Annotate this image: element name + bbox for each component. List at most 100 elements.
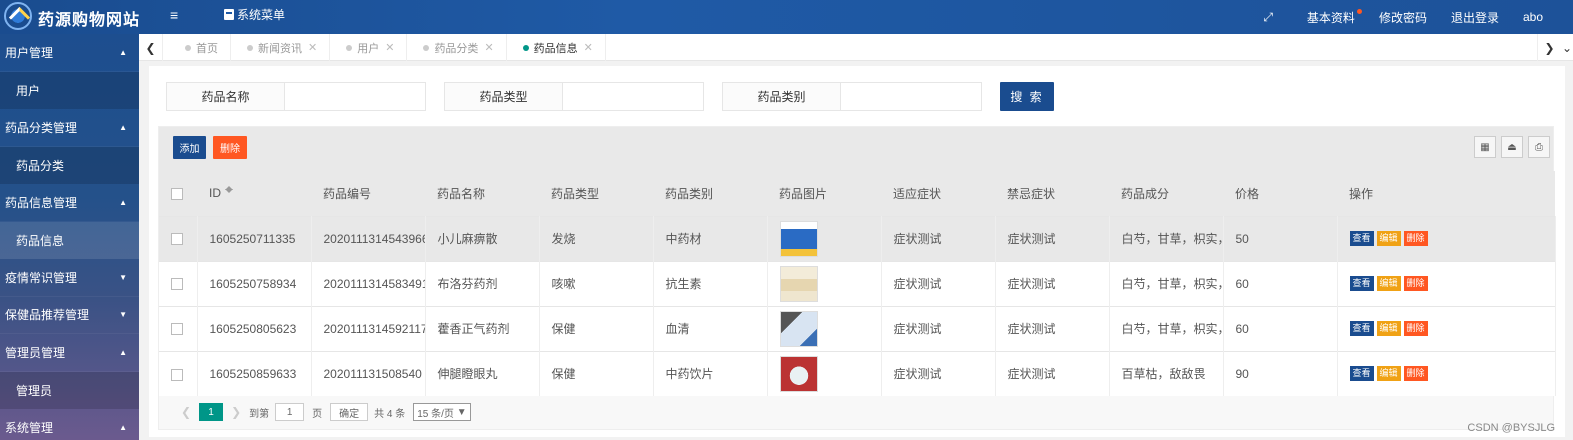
row-delete-button[interactable]: 删除 [1403,231,1428,247]
change-password-link[interactable]: 修改密码 [1379,9,1427,26]
sidebar-item-drug-info[interactable]: 药品信息 [0,221,139,259]
close-icon[interactable]: ✕ [484,41,493,54]
view-button[interactable]: 查看 [1349,321,1374,337]
row-select-cell [159,260,198,306]
column-header: 药品编号 [311,171,425,216]
chevron-up-icon: ▲ [119,122,127,132]
tab-bullet [423,44,430,51]
chevron-down-icon: ▼ [119,272,127,282]
sidebar-item-drug-category[interactable]: 药品分类 [0,146,139,184]
sort-icon[interactable] [225,182,233,194]
row-delete-button[interactable]: 删除 [1403,321,1428,337]
table-row[interactable]: 1605250805623 20201113145921175 藿香正气药剂 保… [159,305,1556,351]
current-page[interactable]: 1 [199,403,224,421]
export-icon[interactable]: ⏏ [1501,136,1523,158]
top-right-menu: ⤢ 基本资料 修改密码 退出登录 abo [1263,0,1573,34]
close-icon[interactable]: ✕ [308,41,317,54]
print-icon[interactable]: ⎙ [1528,136,1550,158]
row-checkbox[interactable] [171,323,183,336]
select-all-checkbox[interactable] [171,188,183,201]
view-button[interactable]: 查看 [1349,276,1374,292]
cell-type: 发烧 [539,215,654,261]
row-checkbox[interactable] [171,233,183,246]
confirm-page-button[interactable]: 确定 [330,403,369,421]
row-delete-button[interactable]: 删除 [1403,366,1428,382]
sidebar-group-system-management[interactable]: 系统管理 ▲ [0,409,139,440]
drug-image[interactable] [779,310,818,347]
edit-button[interactable]: 编辑 [1376,276,1401,292]
drug-image[interactable] [779,220,818,257]
delete-button[interactable]: 删除 [213,136,247,159]
row-delete-button[interactable]: 删除 [1403,276,1428,292]
top-header: 药源购物网站 ≡ 系统菜单 ⤢ 基本资料 修改密码 退出登录 abo [0,0,1573,34]
tab-home[interactable]: 首页 [169,34,231,61]
close-icon[interactable]: ✕ [584,41,593,54]
cell-indication: 症状测试 [881,305,996,351]
row-select-cell [159,350,198,396]
page-number-input[interactable]: 1 [275,403,305,421]
column-header: 药品名称 [425,171,539,216]
row-checkbox[interactable] [171,368,183,381]
sidebar-item-user[interactable]: 用户 [0,71,139,109]
table-row[interactable]: 1605250711335 20201113145439668 小儿麻痹散 发烧… [159,215,1556,261]
edit-button[interactable]: 编辑 [1376,321,1401,337]
cell-category: 中药饮片 [653,350,768,396]
menu-toggle-icon[interactable]: ≡ [170,7,178,23]
tab-drug-info[interactable]: 药品信息 ✕ [507,34,606,61]
sidebar-group-epidemic-knowledge[interactable]: 疫情常识管理 ▼ [0,259,139,297]
tab-user[interactable]: 用户 ✕ [330,34,408,61]
sidebar-group-drug-category-management[interactable]: 药品分类管理 ▲ [0,109,139,147]
cell-name: 藿香正气药剂 [425,305,540,351]
cell-actions: 查看 编辑 删除 [1337,305,1556,351]
view-button[interactable]: 查看 [1349,366,1374,382]
chevron-up-icon: ▲ [119,347,127,357]
cell-category: 抗生素 [653,260,768,306]
user-name[interactable]: abo [1523,10,1543,24]
site-logo [4,2,32,30]
cell-actions: 查看 编辑 删除 [1337,215,1556,261]
tab-scroll-left-icon[interactable]: ❮ [139,34,163,61]
sidebar-group-user-management[interactable]: 用户管理 ▲ [0,34,139,72]
drug-table: ID 药品编号 药品名称 药品类型 药品类别 药品图片 适应症状 禁忌症状 药品… [159,171,1556,396]
table-row[interactable]: 1605250758934 20201113145834915 布洛芬药剂 咳嗽… [159,260,1556,306]
edit-button[interactable]: 编辑 [1376,366,1401,382]
cell-contra: 症状测试 [995,260,1110,306]
next-page-icon[interactable]: ❯ [231,405,241,419]
columns-filter-icon[interactable]: ▦ [1474,136,1496,158]
drug-type-input[interactable] [563,82,704,111]
drug-image[interactable] [779,265,818,302]
sidebar-item-admin[interactable]: 管理员 [0,371,139,409]
cell-id: 1605250859633 [197,350,312,396]
sidebar-group-admin-management[interactable]: 管理员管理 ▲ [0,334,139,372]
cell-price: 60 [1223,260,1338,306]
cell-price: 60 [1223,305,1338,351]
add-button[interactable]: 添加 [173,136,206,159]
profile-link[interactable]: 基本资料 [1307,8,1362,26]
sidebar-group-health-product[interactable]: 保健品推荐管理 ▼ [0,297,139,334]
table-row[interactable]: 1605250859633 202011131508540 伸腿瞪眼丸 保健 中… [159,350,1556,396]
prev-page-icon[interactable]: ❮ [181,405,191,419]
cell-ingredient: 白芍，甘草，枳实，陈 [1109,260,1224,306]
logout-link[interactable]: 退出登录 [1451,9,1499,26]
view-button[interactable]: 查看 [1349,231,1374,247]
close-icon[interactable]: ✕ [385,41,394,54]
page-size-select[interactable]: 15 条/页 ▼ [413,403,471,421]
edit-button[interactable]: 编辑 [1376,231,1401,247]
drug-image[interactable] [779,355,818,392]
fullscreen-icon[interactable]: ⤢ [1263,10,1273,25]
system-menu-button[interactable]: 系统菜单 [224,6,285,23]
search-button[interactable]: 搜 索 [1000,82,1054,111]
tab-drug-category[interactable]: 药品分类 ✕ [407,34,507,61]
cell-actions: 查看 编辑 删除 [1337,350,1556,396]
row-checkbox[interactable] [171,278,183,291]
column-header: 操作 [1337,171,1555,216]
drug-category-input[interactable] [841,82,982,111]
tab-more-icon[interactable]: ⌄ [1555,34,1573,61]
system-menu-label: 系统菜单 [237,8,286,22]
tab-news[interactable]: 新闻资讯 ✕ [231,34,331,61]
table-toolbar: 添加 删除 ▦ ⏏ ⎙ [159,127,1553,171]
drug-name-input[interactable] [285,82,426,111]
sidebar-group-drug-info-management[interactable]: 药品信息管理 ▲ [0,184,139,222]
cell-image [767,215,882,261]
column-header-id[interactable]: ID [197,171,311,216]
